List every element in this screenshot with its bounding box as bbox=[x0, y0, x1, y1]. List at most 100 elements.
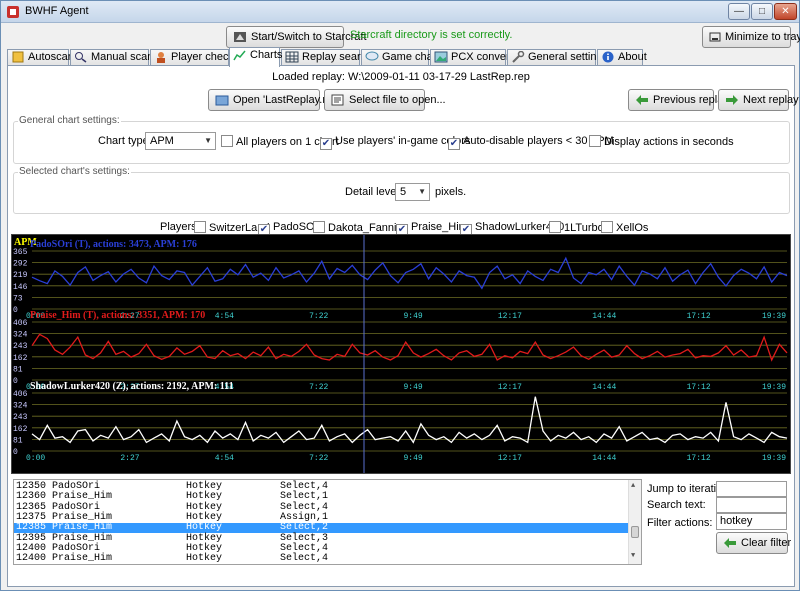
clear-filter-button[interactable]: Clear filter bbox=[716, 532, 791, 554]
log-cell-action: Hotkey bbox=[186, 553, 223, 565]
grid-icon bbox=[285, 51, 299, 63]
tab-manual-scan-label: Manual scan bbox=[91, 51, 154, 63]
filter-actions-input[interactable]: hotkey bbox=[716, 513, 787, 530]
title-bar[interactable]: BWHF Agent — □ ✕ bbox=[1, 1, 799, 23]
next-replay-button[interactable]: Next replay bbox=[718, 89, 799, 111]
filter-actions-value: hotkey bbox=[720, 515, 753, 527]
player-name: 1LTurbo bbox=[564, 222, 604, 234]
y-tick-label: 0 bbox=[13, 306, 18, 315]
log-cell-params: Select,3 bbox=[280, 532, 329, 544]
y-tick-label: 81 bbox=[13, 436, 23, 445]
tab-about[interactable]: About bbox=[597, 49, 647, 66]
loaded-replay-path: Loaded replay: W:\2009-01-11 03-17-29 La… bbox=[272, 71, 530, 83]
open-replay-icon bbox=[215, 95, 229, 106]
general-settings-legend: General chart settings: bbox=[18, 115, 121, 126]
log-cell-params: Select,4 bbox=[280, 553, 329, 565]
log-cell-params: Select,1 bbox=[280, 491, 329, 503]
chart-type-select[interactable]: APM ▼ bbox=[145, 132, 216, 150]
chevron-down-icon: ▼ bbox=[418, 187, 426, 196]
tab-autoscan[interactable]: Autoscan bbox=[7, 49, 74, 66]
log-cell-player: Praise_Him bbox=[52, 522, 113, 534]
log-cell-iteration: 12385 bbox=[16, 522, 47, 534]
tab-player-checker[interactable]: Player checker bbox=[150, 49, 244, 66]
log-cell-action: Hotkey bbox=[186, 491, 223, 503]
tab-charts[interactable]: Charts bbox=[229, 47, 282, 67]
chat-icon bbox=[365, 51, 379, 61]
log-cell-iteration: 12395 bbox=[16, 532, 47, 544]
image-icon bbox=[434, 51, 448, 63]
minimize-to-tray-button[interactable]: Minimize to tray bbox=[702, 26, 800, 48]
x-tick-label: 0:00 bbox=[26, 454, 45, 463]
series-label: PadoSOri (T), actions: 3473, APM: 176 bbox=[30, 239, 197, 250]
x-tick-label: 19:39 bbox=[762, 454, 786, 463]
select-file-label: Select file to open... bbox=[349, 94, 446, 106]
player-checkbox-1lturbo[interactable]: 1LTurbo bbox=[549, 221, 604, 234]
tab-game-chat[interactable]: Game chat bbox=[361, 49, 436, 66]
y-tick-label: 73 bbox=[13, 294, 23, 303]
player-checkbox-xellos[interactable]: XellOs bbox=[601, 221, 648, 234]
display-seconds-checkbox[interactable]: Display actions in seconds bbox=[589, 135, 734, 148]
x-tick-label: 4:54 bbox=[215, 312, 234, 321]
scroll-up-arrow-icon[interactable]: ▲ bbox=[631, 482, 635, 490]
magnifier-icon bbox=[75, 52, 87, 63]
checkbox-box bbox=[549, 221, 561, 233]
y-tick-label: 324 bbox=[13, 402, 28, 411]
tab-autoscan-label: Autoscan bbox=[28, 51, 74, 63]
apm-chart-svg[interactable]: APM365292219146730PadoSOri (T), actions:… bbox=[12, 235, 790, 473]
tab-about-label: About bbox=[618, 51, 647, 63]
x-tick-label: 4:54 bbox=[215, 454, 234, 463]
minimize-to-tray-label: Minimize to tray bbox=[725, 31, 800, 43]
app-window: BWHF Agent — □ ✕ Start/Switch to Starcra… bbox=[0, 0, 800, 591]
x-tick-label: 7:22 bbox=[309, 383, 328, 392]
y-tick-label: 243 bbox=[13, 342, 28, 351]
detail-level-value: 5 bbox=[400, 186, 407, 198]
series-label: Praise_Him (T), actions: 3351, APM: 170 bbox=[30, 310, 205, 321]
y-tick-label: 365 bbox=[13, 248, 28, 257]
log-cell-player: Praise_Him bbox=[52, 553, 113, 565]
search-text-label: Search text: bbox=[647, 499, 706, 511]
log-cell-iteration: 12400 bbox=[16, 553, 47, 565]
scroll-thumb[interactable] bbox=[631, 526, 639, 538]
selected-chart-settings-group: Selected chart's settings: Detail level:… bbox=[13, 166, 790, 214]
previous-replay-button[interactable]: Previous replay bbox=[628, 89, 729, 111]
y-tick-label: 0 bbox=[13, 448, 18, 457]
scroll-down-arrow-icon[interactable]: ▼ bbox=[631, 552, 635, 560]
y-tick-label: 406 bbox=[13, 319, 28, 328]
jump-to-iteration-input[interactable] bbox=[716, 481, 787, 497]
minimize-window-button[interactable]: — bbox=[728, 3, 750, 20]
chart-type-label: Chart type: bbox=[98, 135, 152, 147]
action-log-row[interactable]: 12400 Praise_Him Hotkey Select,4 bbox=[14, 554, 629, 564]
log-cell-params: Select,2 bbox=[280, 522, 329, 534]
tab-replay-search[interactable]: Replay search bbox=[281, 49, 372, 66]
info-icon bbox=[602, 51, 614, 63]
detail-level-select[interactable]: 5 ▼ bbox=[395, 183, 430, 201]
x-tick-label: 2:27 bbox=[120, 454, 139, 463]
x-tick-label: 9:49 bbox=[404, 312, 423, 321]
action-log-row[interactable]: 12385 Praise_Him Hotkey Select,2 bbox=[14, 522, 629, 534]
action-log-list[interactable]: 12350 PadoSOri Hotkey Select,4 12360 Praise_H… bbox=[13, 479, 642, 565]
tab-general-settings[interactable]: General settings bbox=[507, 49, 608, 66]
maximize-window-button[interactable]: □ bbox=[751, 3, 773, 20]
y-tick-label: 292 bbox=[13, 260, 28, 269]
series-label: ShadowLurker420 (Z), actions: 2192, APM:… bbox=[30, 381, 234, 392]
tab-manual-scan[interactable]: Manual scan bbox=[70, 49, 153, 66]
y-tick-label: 406 bbox=[13, 390, 28, 399]
x-tick-label: 9:49 bbox=[404, 383, 423, 392]
tab-pcx-converter[interactable]: PCX converter bbox=[430, 49, 523, 66]
close-window-button[interactable]: ✕ bbox=[774, 3, 797, 20]
general-chart-settings-group: General chart settings: Chart type: APM ▼… bbox=[13, 115, 790, 164]
search-text-input[interactable] bbox=[716, 497, 787, 513]
y-tick-label: 162 bbox=[13, 425, 28, 434]
apm-chart[interactable]: APM 365 292 219 146 73 0 PadoSOri (T), actions:… bbox=[11, 234, 791, 474]
start-starcraft-button[interactable]: Start/Switch to Starcraft bbox=[226, 26, 367, 48]
player-checkbox-dakota-fanning[interactable]: Dakota_Fanning bbox=[313, 221, 409, 234]
chart-icon bbox=[233, 50, 246, 61]
y-tick-label: 219 bbox=[13, 271, 28, 280]
x-tick-label: 12:17 bbox=[498, 454, 522, 463]
x-tick-label: 7:22 bbox=[309, 312, 328, 321]
action-log-scrollbar[interactable]: ▲ ▼ bbox=[628, 480, 641, 564]
select-file-button[interactable]: Select file to open... bbox=[324, 89, 446, 111]
pixels-label: pixels. bbox=[435, 186, 467, 198]
x-tick-label: 19:39 bbox=[762, 383, 786, 392]
open-last-replay-button[interactable]: Open 'LastReplay.rep' bbox=[208, 89, 340, 111]
